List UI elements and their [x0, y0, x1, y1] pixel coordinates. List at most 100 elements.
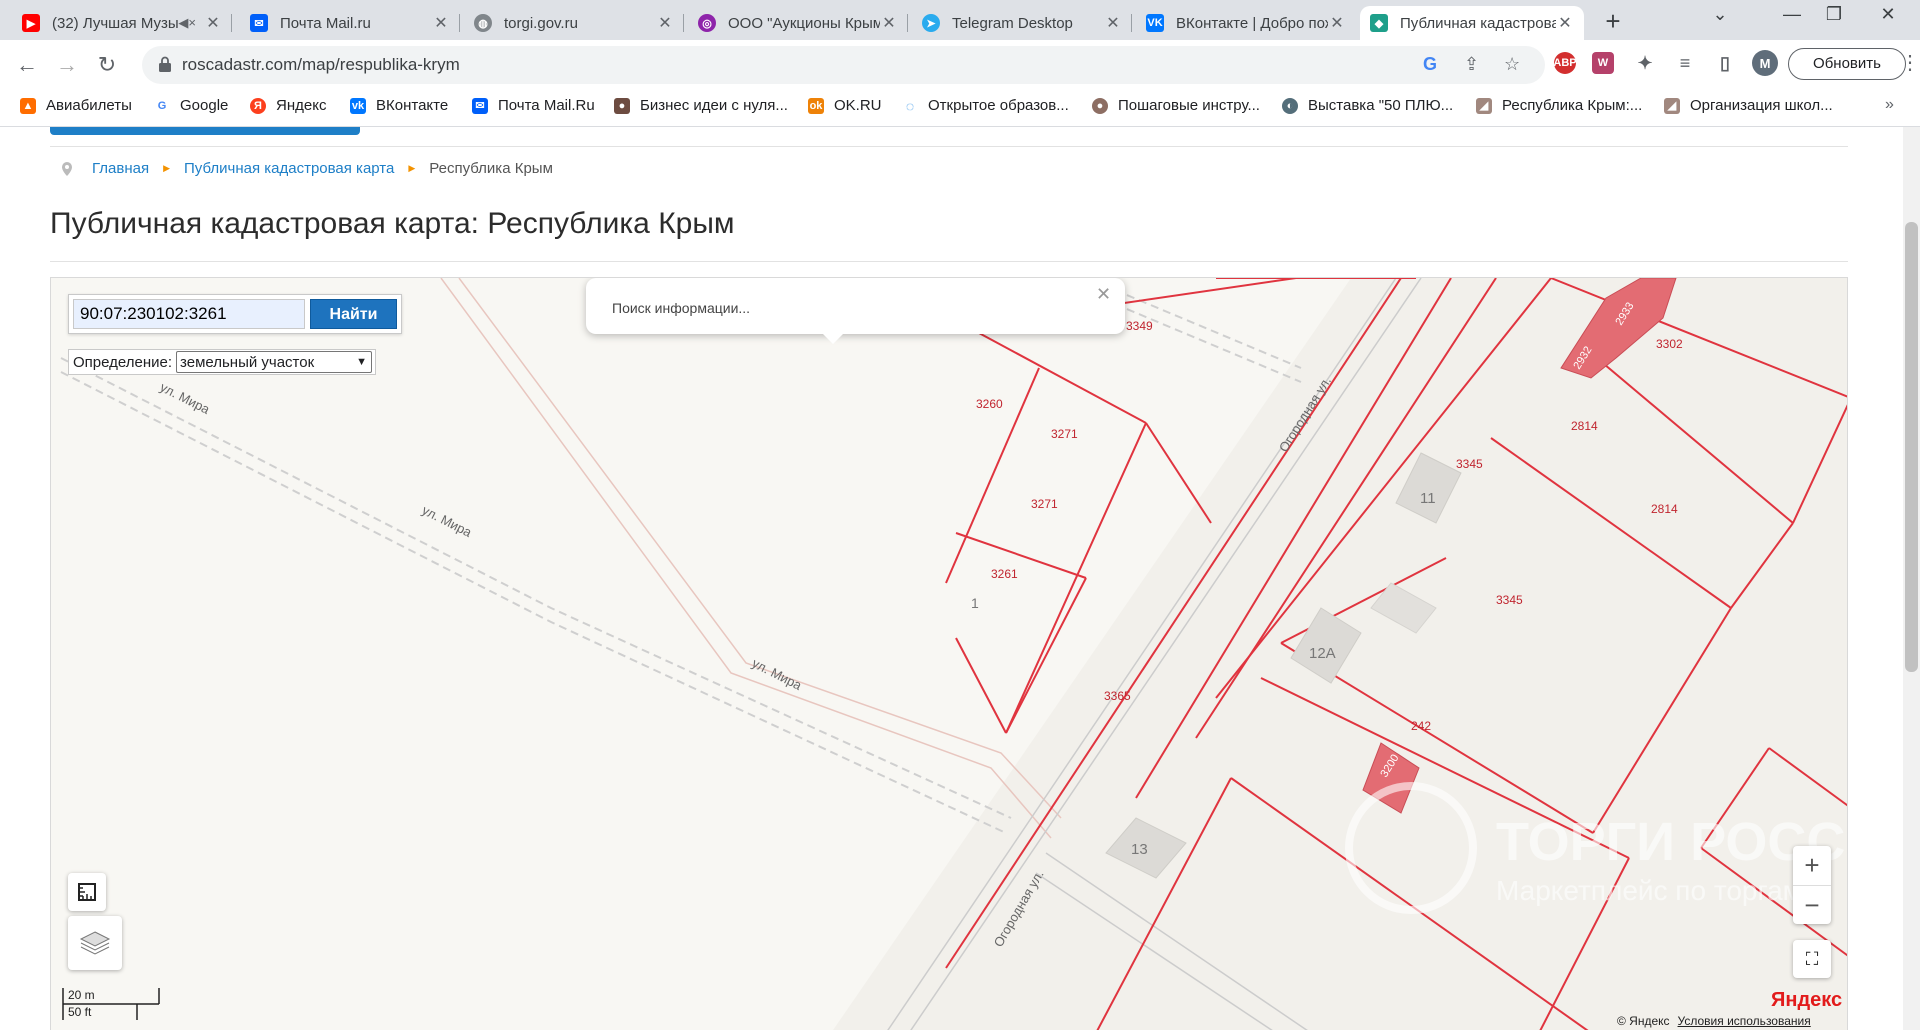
fullscreen-button[interactable]: ⛶: [1793, 940, 1831, 978]
back-button[interactable]: ←: [14, 52, 40, 78]
definition-select[interactable]: земельный участок ▼: [176, 351, 373, 373]
bookmark-item[interactable]: G Google: [154, 97, 228, 114]
close-icon[interactable]: ✕: [1096, 284, 1111, 305]
tab-cadastral-map[interactable]: ◆ Публичная кадастровая карта ✕: [1360, 6, 1584, 40]
bookmark-star-icon[interactable]: ☆: [1504, 54, 1520, 75]
scrollbar-thumb[interactable]: [1905, 222, 1918, 672]
minimize-button[interactable]: —: [1772, 4, 1812, 25]
scale-imperial: 50 ft: [68, 1005, 92, 1019]
breadcrumb-home-link[interactable]: Главная: [92, 160, 149, 177]
breadcrumb-arrow-icon: ▶: [163, 163, 171, 173]
tab-divider: [683, 14, 684, 32]
tab-title: ВКонтакте | Добро пожаловать: [1176, 14, 1328, 32]
tab-divider: [1131, 14, 1132, 32]
browser-toolbar: ← → ↻ roscadastr.com/map/respublika-krym…: [0, 40, 1920, 90]
google-translate-icon[interactable]: G: [1423, 54, 1437, 75]
close-icon[interactable]: ✕: [432, 13, 450, 33]
globe-icon: ◍: [474, 14, 492, 32]
breadcrumb: Главная ▶ Публичная кадастровая карта ▶ …: [62, 160, 553, 177]
bookmark-item[interactable]: ● Бизнес идеи с нуля...: [614, 97, 788, 114]
bookmark-item[interactable]: ok OK.RU: [808, 97, 882, 114]
street-label: ул. Мира: [420, 502, 475, 540]
tab-vk[interactable]: VK ВКонтакте | Добро пожаловать ✕: [1136, 6, 1356, 40]
map-icon: ◆: [1370, 14, 1388, 32]
tab-title: ООО "Аукционы Крыма": [728, 14, 880, 32]
find-button[interactable]: Найти: [310, 299, 397, 329]
extensions-puzzle-icon[interactable]: ✦: [1634, 52, 1656, 74]
balloon-tail: [821, 332, 845, 344]
bookmark-label: Организация школ...: [1690, 97, 1833, 114]
tab-torgi[interactable]: ◍ torgi.gov.ru ✕: [464, 6, 684, 40]
close-icon[interactable]: ✕: [880, 13, 898, 33]
tab-search-icon[interactable]: ⌄: [1700, 4, 1740, 25]
close-window-button[interactable]: ✕: [1868, 4, 1908, 25]
tab-telegram[interactable]: ➤ Telegram Desktop ✕: [912, 6, 1132, 40]
tab-mail[interactable]: ✉ Почта Mail.ru ✕: [240, 6, 460, 40]
tab-auctions[interactable]: ◎ ООО "Аукционы Крыма" ✕: [688, 6, 908, 40]
fullscreen-icon: ⛶: [1805, 948, 1819, 969]
close-icon[interactable]: ✕: [204, 13, 222, 33]
close-icon[interactable]: ✕: [1328, 13, 1346, 33]
bookmark-item[interactable]: ◌ Открытое образов...: [902, 97, 1069, 114]
extension-w-icon[interactable]: W: [1592, 52, 1614, 74]
definition-filter: Определение: земельный участок ▼: [68, 349, 376, 375]
bookmark-item[interactable]: ◢ Республика Крым:...: [1476, 97, 1642, 114]
building-label: 11: [1420, 490, 1436, 507]
bookmark-item[interactable]: ✉ Почта Mail.Ru: [472, 97, 595, 114]
side-panel-icon[interactable]: ▯: [1714, 52, 1736, 74]
profile-avatar[interactable]: M: [1752, 50, 1778, 76]
bookmark-item[interactable]: Я Яндекс: [250, 97, 326, 114]
maximize-button[interactable]: ❐: [1814, 4, 1854, 25]
zoom-in-button[interactable]: +: [1793, 846, 1831, 886]
tab-title: Telegram Desktop: [952, 14, 1073, 32]
parcel-label: 3349: [1126, 319, 1153, 333]
adblock-icon[interactable]: ABP: [1553, 52, 1577, 74]
speaker-icon[interactable]: ◀×: [178, 15, 196, 31]
ruler-button[interactable]: [68, 873, 106, 911]
close-icon[interactable]: ✕: [1556, 13, 1574, 33]
share-icon[interactable]: ⇪: [1464, 54, 1479, 75]
terms-link[interactable]: Условия использования: [1678, 1014, 1811, 1028]
bookmark-favicon-icon: ▲: [20, 97, 36, 114]
bookmark-item[interactable]: ◐ Выставка "50 ПЛЮ...: [1282, 97, 1453, 114]
new-tab-button[interactable]: +: [1598, 6, 1628, 36]
bookmark-item[interactable]: vk ВКонтакте: [350, 97, 448, 114]
vk-icon: VK: [1146, 14, 1164, 32]
media-queue-icon[interactable]: ≡: [1674, 52, 1696, 74]
bookmark-item[interactable]: ▲ Авиабилеты: [20, 97, 132, 114]
cadastral-search-form: 90:07:230102:3261 Найти: [68, 294, 402, 334]
update-button[interactable]: Обновить: [1788, 48, 1906, 80]
close-icon[interactable]: ✕: [1104, 13, 1122, 33]
map-canvas[interactable]: ул. Мира ул. Мира ул. Мира Огородная ул.…: [51, 278, 1848, 1030]
nav-button-remnant[interactable]: [50, 127, 360, 135]
page-title: Публичная кадастровая карта: Республика …: [50, 207, 735, 240]
breadcrumb-arrow-icon: ▶: [408, 163, 416, 173]
bookmark-label: ВКонтакте: [376, 97, 449, 114]
address-bar[interactable]: roscadastr.com/map/respublika-krym G ⇪ ☆: [142, 46, 1545, 84]
bookmark-item[interactable]: ● Пошаговые инстру...: [1092, 97, 1260, 114]
zoom-out-button[interactable]: −: [1793, 886, 1831, 925]
info-balloon: Поиск информации... ✕: [586, 278, 1125, 344]
bookmarks-overflow-icon[interactable]: »: [1885, 96, 1894, 114]
layers-button[interactable]: [68, 916, 122, 970]
breadcrumb-current: Республика Крым: [429, 160, 553, 177]
breadcrumb-section-link[interactable]: Публичная кадастровая карта: [184, 160, 394, 177]
tab-youtube[interactable]: ▶ (32) Лучшая Музыка ◀× ✕: [12, 6, 232, 40]
divider: [50, 261, 1848, 262]
menu-dots-icon[interactable]: ⋮: [1900, 50, 1920, 75]
forward-button[interactable]: →: [54, 52, 80, 78]
bookmark-label: Бизнес идеи с нуля...: [640, 97, 788, 114]
youtube-icon: ▶: [22, 14, 40, 32]
yandex-logo[interactable]: Яндекс: [1771, 989, 1842, 1012]
ruler-icon: [78, 883, 96, 901]
cadastral-map[interactable]: ул. Мира ул. Мира ул. Мира Огородная ул.…: [50, 277, 1848, 1030]
parcel-label: 3271: [1031, 497, 1058, 511]
lock-icon: [159, 56, 171, 72]
bookmarks-bar: ▲ Авиабилеты G Google Я Яндекс vk ВКонтакте …: [0, 90, 1920, 127]
close-icon[interactable]: ✕: [656, 13, 674, 33]
reload-button[interactable]: ↻: [94, 52, 120, 78]
cadastral-number-input[interactable]: 90:07:230102:3261: [73, 299, 305, 329]
zoom-control: + −: [1793, 846, 1831, 924]
bookmark-item[interactable]: ◢ Организация школ...: [1664, 97, 1833, 114]
bookmark-favicon-icon: ◢: [1664, 97, 1680, 114]
